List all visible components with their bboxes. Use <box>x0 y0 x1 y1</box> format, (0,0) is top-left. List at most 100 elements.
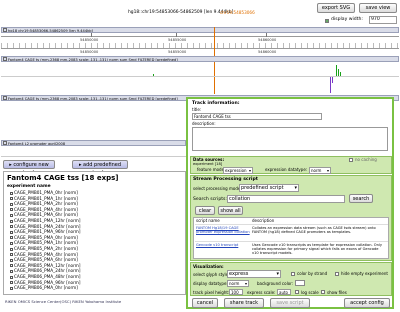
experiment-toggle-icon[interactable] <box>10 247 13 251</box>
cancel-button[interactable]: cancel <box>192 298 218 308</box>
baseline <box>1 76 399 77</box>
script-name-link[interactable]: FANTOM Hg18/19 CAGE promoter expression … <box>196 226 250 234</box>
ruler-label: 54860000 <box>258 38 277 42</box>
search-scripts-input[interactable]: collation <box>227 195 345 203</box>
hide-empty-label: hide empty experiment <box>341 271 388 276</box>
script-description: Collates an expression data stream (such… <box>252 226 376 235</box>
experiment-toggle-icon[interactable] <box>10 197 13 201</box>
signal-peak-plus <box>153 74 154 76</box>
express-scale-input[interactable]: auto <box>277 289 291 295</box>
track-label: Fantom4 L2 promoter april2008 <box>8 142 66 146</box>
description-header: description <box>252 218 275 223</box>
accept-config-button[interactable]: accept config <box>344 298 390 308</box>
select-value: norm <box>229 281 240 286</box>
script-row[interactable]: Gencode v10 transcript Uses Gencode v10 … <box>195 241 388 259</box>
experiments-title: Fantom4 CAGE tss [18 exps] <box>7 174 119 182</box>
track-close-icon[interactable] <box>3 96 7 100</box>
experiment-toggle-icon[interactable] <box>10 202 13 206</box>
script-row[interactable]: FANTOM Hg18/19 CAGE promoter expression … <box>195 224 388 241</box>
data-sources-section: Data sources: experiment [18] no caching… <box>190 156 392 174</box>
save-view-button[interactable]: save view <box>359 3 397 13</box>
background-color-swatch[interactable] <box>295 280 305 286</box>
experiment-toggle-icon[interactable] <box>10 281 13 285</box>
track-config-panel: Track information: title: Fantom4 CAGE t… <box>186 97 394 309</box>
ruler-tick <box>266 33 267 37</box>
experiment-toggle-icon[interactable] <box>10 225 13 229</box>
track-pixel-height-input[interactable]: 100 <box>229 289 243 295</box>
experiment-toggle-icon[interactable] <box>10 264 13 268</box>
search-button[interactable]: search <box>349 194 373 203</box>
arrow-right-icon: ▸ <box>9 162 12 168</box>
processing-mode-select[interactable]: predefined script <box>239 184 299 192</box>
save-script-button[interactable]: save script <box>270 298 310 308</box>
share-track-button[interactable]: share track <box>224 298 264 308</box>
experiment-toggle-icon[interactable] <box>10 219 13 223</box>
data-sources-value[interactable]: experiment [18] <box>193 162 222 166</box>
log-scale-checkbox[interactable] <box>295 290 299 294</box>
title-input[interactable]: Fantom4 CAGE tss <box>192 113 322 120</box>
script-name-link[interactable]: Gencode v10 transcript <box>196 243 250 247</box>
ruler-tick <box>176 33 177 37</box>
track-close-icon[interactable] <box>3 57 7 61</box>
show-all-button[interactable]: show all <box>218 206 243 215</box>
signal-peak-plus <box>336 65 337 76</box>
experiment-toggle-icon[interactable] <box>10 213 13 217</box>
experiment-name: CAGE_PMB01_PMA_24hr [norm] <box>14 223 81 229</box>
expression-datatype-select[interactable]: norm <box>309 167 331 174</box>
title-label: title: <box>192 107 202 112</box>
feature-mode-label: feature mode: <box>197 167 226 172</box>
experiment-toggle-icon[interactable] <box>10 275 13 279</box>
show-files-checkbox[interactable] <box>321 290 325 294</box>
experiment-toggle-icon[interactable] <box>10 258 13 262</box>
ruler-label: 54855000 <box>168 50 187 54</box>
experiment-toggle-icon[interactable] <box>10 236 13 240</box>
track-header-cage-1[interactable]: Fantom4 CAGE ts (mm-2368 mm-2083 scale:-… <box>1 56 399 62</box>
description-label: description: <box>192 121 216 126</box>
experiment-name: CAGE_PMB05_PMA_4hr [norm] <box>14 251 78 257</box>
experiment-toggle-icon[interactable] <box>10 253 13 257</box>
experiment-toggle-icon[interactable] <box>10 230 13 234</box>
ruler-label: 54850000 <box>80 50 99 54</box>
experiments-panel: Fantom4 CAGE tss [18 exps] experiment na… <box>3 171 186 295</box>
ruler-label: 54860000 <box>258 50 277 54</box>
track-label: Fantom4 CAGE ts (mm-2368 mm-2083 scale:-… <box>8 58 178 62</box>
track-close-icon[interactable] <box>3 28 7 32</box>
track-pixel-height-label: track pixel height: <box>193 290 230 295</box>
select-value: norm <box>311 168 322 173</box>
display-datatype-select[interactable]: norm <box>227 280 249 287</box>
no-caching-checkbox[interactable] <box>349 158 353 162</box>
search-scripts-label: Search scripts: <box>193 197 227 202</box>
display-width-checkbox[interactable] <box>325 19 329 23</box>
scripts-table: script name description FANTOM Hg18/19 C… <box>193 217 389 259</box>
experiment-toggle-icon[interactable] <box>10 191 13 195</box>
feature-mode-select[interactable]: expression <box>223 167 253 174</box>
experiment-toggle-icon[interactable] <box>10 269 13 273</box>
experiment-toggle-icon[interactable] <box>10 208 13 212</box>
log-scale-label: log scale <box>301 290 319 295</box>
select-value: express <box>229 271 249 277</box>
experiment-toggle-icon[interactable] <box>10 241 13 245</box>
export-svg-button[interactable]: export SVG <box>317 3 355 13</box>
track-header-promoter[interactable]: Fantom4 L2 promoter april2008 <box>1 140 186 146</box>
experiment-row[interactable]: CAGE_PMB06_PMA_0hr [norm] <box>10 285 78 291</box>
experiment-name: CAGE_PMB05_PMA_2hr [norm] <box>14 246 78 251</box>
track-info-section: Track information: title: Fantom4 CAGE t… <box>190 101 392 155</box>
color-by-strand-checkbox[interactable] <box>291 272 295 276</box>
experiment-toggle-icon[interactable] <box>10 286 13 290</box>
clear-button[interactable]: clear <box>195 206 215 215</box>
experiment-name: CAGE_PMB01_PMA_96hr [norm] <box>14 229 81 235</box>
add-predefined-tracks-button[interactable]: ▸ add predefined tracks <box>72 160 128 176</box>
display-width-label: display width: <box>331 17 363 22</box>
hide-empty-checkbox[interactable] <box>335 272 339 276</box>
experiment-name: CAGE_PMB05_PMA_12hr [norm] <box>14 262 81 268</box>
track-close-icon[interactable] <box>3 141 7 145</box>
description-textarea[interactable] <box>192 127 388 151</box>
display-width-input[interactable]: 970 <box>369 16 397 24</box>
experiment-name: CAGE_PMB05_PMA_6hr [norm] <box>14 257 78 263</box>
glyph-style-select[interactable]: express <box>227 270 281 278</box>
configure-new-track-button[interactable]: ▸ configure new track <box>3 160 55 176</box>
footer-text: RIKEN OMICS Science Center(OSC) RIKEN Yo… <box>5 299 122 304</box>
ruler-tick <box>91 33 92 37</box>
glyph-style-label: select glyph style: <box>193 272 230 277</box>
select-value: expression <box>225 168 247 173</box>
